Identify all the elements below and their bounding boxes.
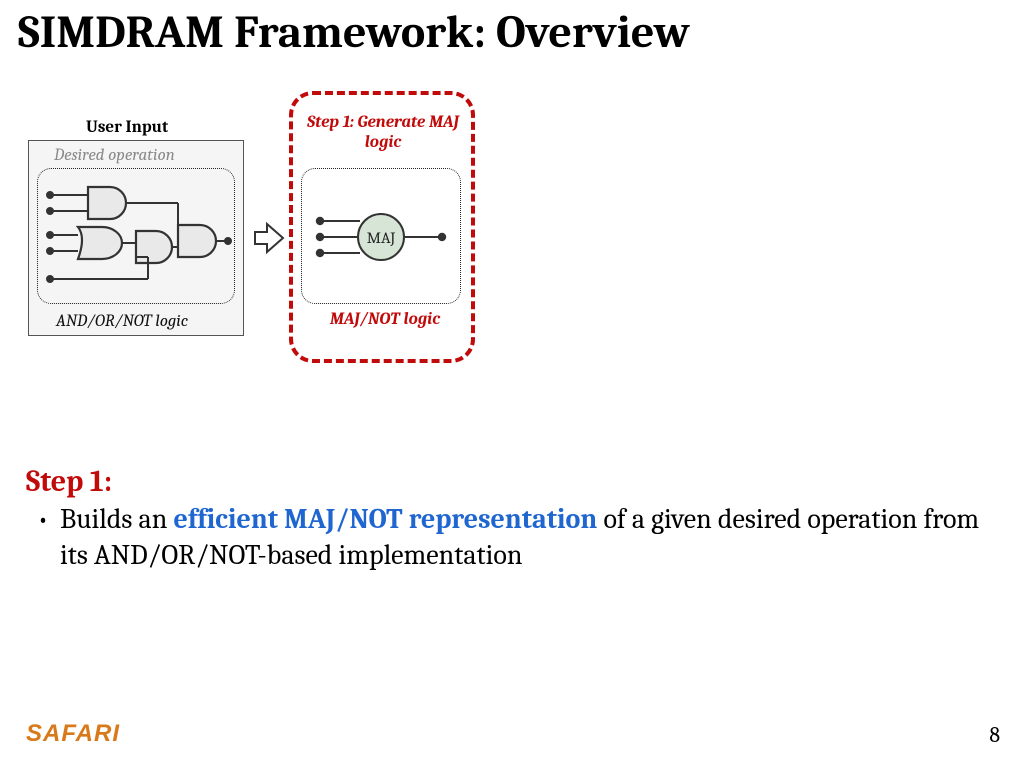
maj-label: MAJ bbox=[367, 229, 396, 247]
and-or-not-circuit-icon bbox=[38, 169, 236, 305]
body-highlight: efficient MAJ/NOT representation bbox=[174, 503, 598, 535]
arrow-icon bbox=[253, 220, 287, 256]
slide: SIMDRAM Framework: Overview User Input D… bbox=[0, 0, 1024, 768]
maj-not-label: MAJ/NOT logic bbox=[315, 310, 455, 329]
safari-logo: SAFARI bbox=[26, 720, 120, 748]
slide-title: SIMDRAM Framework: Overview bbox=[18, 6, 690, 59]
step1-body: • Builds an efficient MAJ/NOT representa… bbox=[26, 502, 996, 574]
user-input-label: User Input bbox=[86, 118, 168, 137]
logic-circuit-box bbox=[37, 168, 235, 304]
step1-heading: Step 1: bbox=[26, 464, 112, 499]
bullet-text: Builds an efficient MAJ/NOT representati… bbox=[60, 502, 996, 574]
maj-circuit-box: MAJ bbox=[301, 168, 461, 304]
maj-gate-icon: MAJ bbox=[302, 169, 462, 305]
bullet-icon: • bbox=[26, 502, 60, 538]
page-number: 8 bbox=[989, 722, 1000, 748]
body-prefix: Builds an bbox=[60, 503, 174, 535]
desired-operation-label: Desired operation bbox=[54, 146, 175, 165]
and-or-not-label: AND/OR/NOT logic bbox=[56, 312, 188, 331]
step1-box-title: Step 1: Generate MAJ logic bbox=[307, 113, 459, 152]
